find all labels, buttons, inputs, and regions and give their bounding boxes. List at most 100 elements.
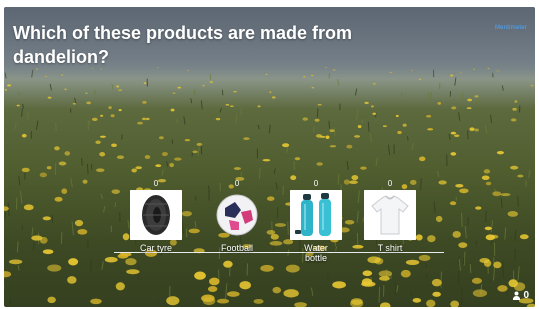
dandelion-flower <box>116 155 125 160</box>
dandelion-flower <box>54 196 63 202</box>
grass-blade <box>103 206 106 213</box>
dandelion-flower <box>514 100 518 103</box>
dandelion-flower <box>262 159 271 162</box>
option-label: Water bottle <box>304 243 328 263</box>
dandelion-flower <box>370 105 374 108</box>
dandelion-flower <box>31 235 43 241</box>
grass-blade <box>517 196 519 208</box>
dandelion-flower <box>172 92 176 94</box>
option-count: 0 <box>234 179 240 188</box>
grass-blade <box>197 146 200 157</box>
dandelion-flower <box>42 216 51 221</box>
grass-blade <box>100 193 103 200</box>
dandelion-flower <box>466 107 472 109</box>
dandelion-flower <box>450 131 457 135</box>
dandelion-flower <box>108 106 112 110</box>
dandelion-flower <box>215 117 221 121</box>
dandelion-flower <box>142 100 147 104</box>
grass-blade <box>448 133 451 141</box>
dandelion-flower <box>379 302 391 307</box>
dandelion-flower <box>382 125 387 128</box>
question-title: Which of these products are made from da… <box>13 23 353 67</box>
dandelion-flower <box>426 115 432 118</box>
option-label: Football <box>220 243 254 253</box>
dandelion-flower <box>253 298 264 304</box>
dandelion-flower <box>485 181 492 186</box>
grass-blade <box>190 98 193 104</box>
option-t-shirt: 0 T shirt <box>362 179 418 253</box>
results-chart: 0 Car tyre 0 Football 0 Water bottle 0 T… <box>114 179 444 279</box>
dandelion-flower <box>145 117 150 121</box>
dandelion-flower <box>159 136 164 140</box>
dandelion-flower <box>233 90 237 93</box>
dandelion-flower <box>58 161 67 166</box>
dandelion-flower <box>426 299 436 307</box>
dandelion-flower <box>229 105 234 108</box>
dandelion-flower <box>233 167 242 170</box>
dandelion-flower <box>526 303 535 307</box>
dandelion-flower <box>99 135 106 138</box>
dandelion-flower <box>314 118 320 122</box>
grass-blade <box>354 88 358 96</box>
dandelion-flower <box>467 98 472 102</box>
dandelion-flower <box>239 281 251 290</box>
dandelion-flower <box>155 164 162 168</box>
grass-blade <box>484 125 488 134</box>
grass-blade <box>21 103 25 109</box>
grass-blade <box>17 264 20 271</box>
dandelion-flower <box>397 130 402 135</box>
dandelion-flower <box>452 231 461 238</box>
dandelion-flower <box>451 106 457 110</box>
dandelion-flower <box>475 206 482 210</box>
grass-blade <box>387 144 391 156</box>
dandelion-flower <box>177 86 181 89</box>
dandelion-flower <box>493 261 502 269</box>
dandelion-flower <box>432 291 441 297</box>
presentation-slide: Which of these products are made from da… <box>4 7 535 307</box>
option-car-tyre: 0 Car tyre <box>128 179 184 253</box>
dandelion-flower <box>169 162 175 168</box>
dandelion-flower <box>372 82 377 85</box>
option-label: Car tyre <box>139 243 172 253</box>
grass-blade <box>32 242 35 251</box>
dandelion-flower <box>46 166 52 170</box>
dandelion-flower <box>419 156 426 162</box>
participant-counter: 0 <box>512 290 529 301</box>
dandelion-flower <box>67 276 77 284</box>
dandelion-flower <box>450 300 460 307</box>
dandelion-flower <box>91 117 98 121</box>
option-water-bottle: 0 Water bottle <box>288 179 344 263</box>
grass-blade <box>346 160 349 171</box>
dandelion-flower <box>166 296 180 306</box>
option-count: 0 <box>153 179 159 188</box>
grass-blade <box>183 116 186 125</box>
grass-blade <box>427 91 430 101</box>
dandelion-flower <box>115 282 125 291</box>
dandelion-flower <box>361 278 373 286</box>
grass-blade <box>328 120 331 129</box>
grass-blade <box>378 286 381 303</box>
grass-blade <box>502 260 505 278</box>
water-bottle-icon <box>290 190 342 240</box>
dandelion-flower <box>302 117 308 121</box>
dandelion-flower <box>427 128 434 131</box>
dandelion-flower <box>111 143 117 148</box>
dandelion-flower <box>497 285 508 292</box>
football-icon <box>216 194 258 236</box>
brand-link[interactable]: Mentimeter <box>495 25 527 31</box>
dandelion-flower <box>402 123 407 127</box>
grass-blade <box>394 281 397 297</box>
dandelion-flower <box>272 286 282 294</box>
grass-blade <box>316 108 319 118</box>
grass-blade <box>410 291 413 297</box>
grass-blade <box>361 119 364 124</box>
grass-blade <box>156 301 159 306</box>
dandelion-flower <box>54 146 60 151</box>
dandelion-flower <box>77 228 88 235</box>
dandelion-flower <box>42 249 54 255</box>
dandelion-flower <box>8 259 23 265</box>
dandelion-flower <box>481 175 490 181</box>
dandelion-flower <box>170 108 175 112</box>
option-count: 0 <box>387 179 393 188</box>
dandelion-flower <box>294 302 307 307</box>
